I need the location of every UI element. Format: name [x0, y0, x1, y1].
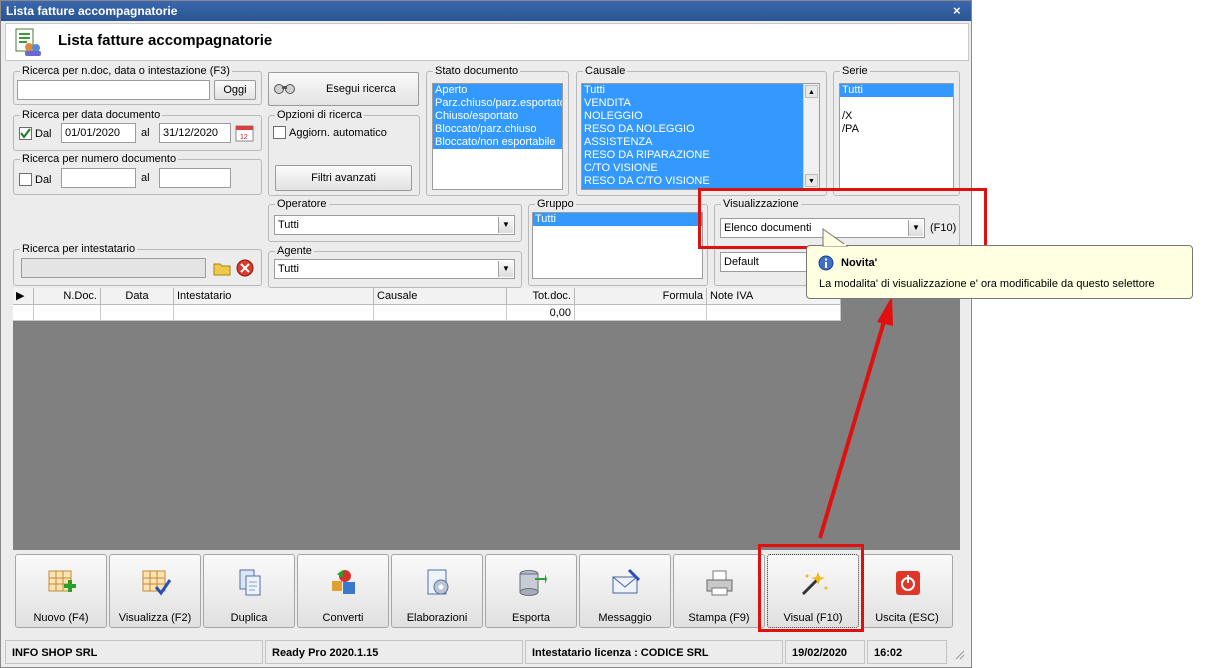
info-icon — [818, 255, 834, 271]
tooltip-pointer — [822, 228, 849, 247]
annotation-arrow — [818, 296, 893, 539]
tooltip-body: La modalita' di visualizzazione e' ora m… — [819, 278, 1155, 290]
info-tooltip: Novita' La modalita' di visualizzazione … — [806, 245, 1193, 299]
tooltip-title: Novita' — [841, 257, 878, 269]
